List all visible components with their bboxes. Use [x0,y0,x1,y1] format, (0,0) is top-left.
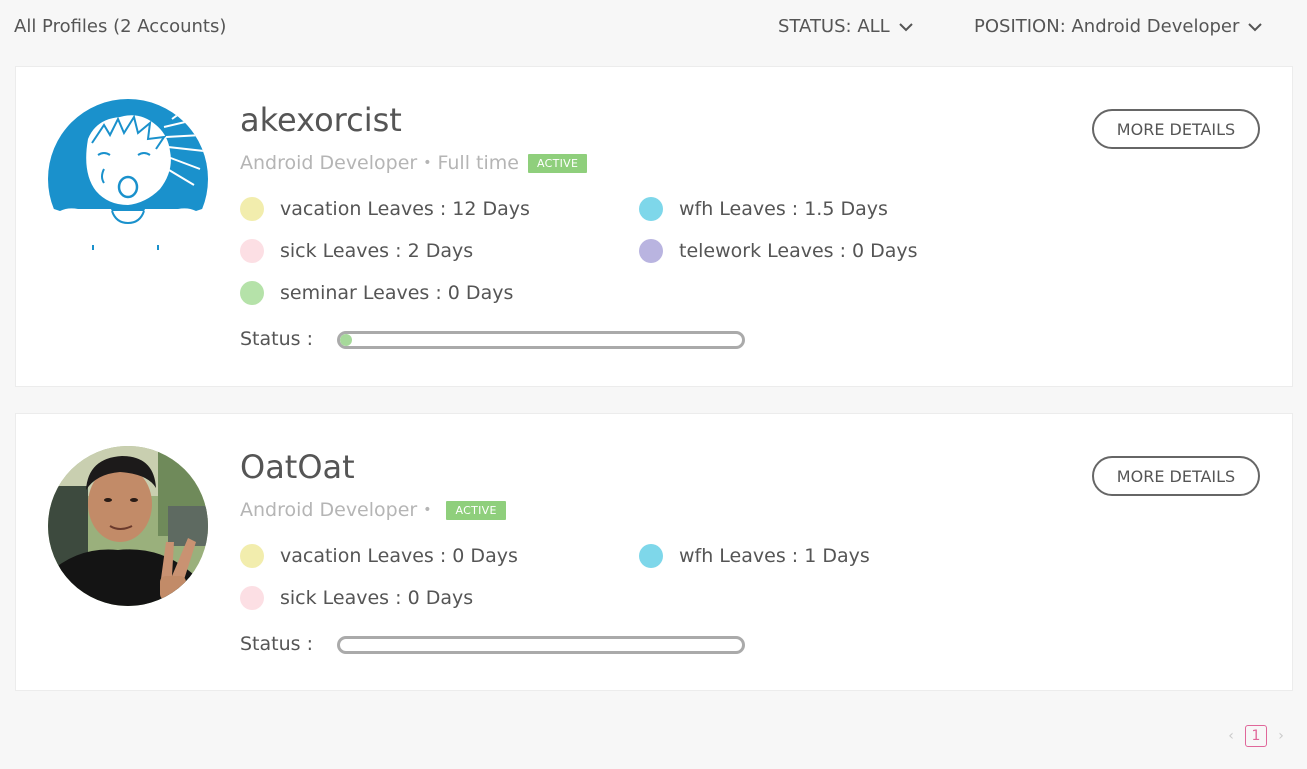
leave-label: vacation Leaves : 0 Days [280,545,518,567]
profile-position: Android Developer [240,152,418,174]
page-number-current[interactable]: 1 [1245,725,1267,747]
next-page-icon[interactable]: › [1273,728,1289,744]
sick-dot-icon [240,586,264,610]
status-label: Status : [240,328,313,350]
leave-item: sick Leaves : 2 Days [240,239,473,263]
leave-item: sick Leaves : 0 Days [240,586,473,610]
leave-label: sick Leaves : 2 Days [280,240,474,262]
leave-label: wfh Leaves : 1 Days [679,545,870,567]
vacation-dot-icon [240,544,264,568]
profile-position: Android Developer [240,499,418,521]
avatar [48,446,208,606]
leave-item: vacation Leaves : 0 Days [240,544,518,568]
profile-name: akexorcist [240,101,402,139]
status-filter-dropdown[interactable]: STATUS: ALL [778,16,914,37]
chevron-down-icon [1248,22,1263,31]
leave-label: sick Leaves : 0 Days [280,587,474,609]
leave-item: wfh Leaves : 1.5 Days [639,197,888,221]
profile-card: akexorcist Android Developer • Full time… [15,66,1293,387]
status-badge: ACTIVE [446,500,506,520]
chevron-down-icon [898,22,913,31]
leave-item: wfh Leaves : 1 Days [639,544,870,568]
profile-subline: Android Developer • Full time ACTIVE [240,152,588,174]
profile-subline: Android Developer • ACTIVE [240,499,506,521]
status-badge: ACTIVE [527,153,588,173]
status-filter-label: STATUS: ALL [778,16,890,37]
status-progress-bar [337,331,745,349]
page-title: All Profiles (2 Accounts) [14,16,227,37]
separator-dot: • [423,502,432,518]
leave-label: telework Leaves : 0 Days [679,240,918,262]
leave-label: wfh Leaves : 1.5 Days [679,198,888,220]
leave-label: seminar Leaves : 0 Days [280,282,514,304]
profile-card: OatOat Android Developer • ACTIVE MORE D… [15,413,1293,691]
status-label: Status : [240,633,313,655]
telework-dot-icon [639,239,663,263]
seminar-dot-icon [240,281,264,305]
wfh-dot-icon [639,544,663,568]
avatar [48,99,208,259]
top-bar: All Profiles (2 Accounts) STATUS: ALL PO… [0,0,1307,56]
leave-item: vacation Leaves : 12 Days [240,197,530,221]
leave-label: vacation Leaves : 12 Days [280,198,530,220]
status-progress-bar [337,636,745,654]
profile-employment: Full time [437,152,519,174]
leave-item: seminar Leaves : 0 Days [240,281,513,305]
position-filter-label: POSITION: Android Developer [974,16,1240,37]
position-filter-dropdown[interactable]: POSITION: Android Developer [974,16,1263,37]
wfh-dot-icon [639,197,663,221]
vacation-dot-icon [240,197,264,221]
separator-dot: • [423,155,432,171]
prev-page-icon[interactable]: ‹ [1223,728,1239,744]
sick-dot-icon [240,239,264,263]
status-progress-fill [340,334,353,346]
pagination: ‹ 1 › [1223,725,1289,747]
more-details-button[interactable]: MORE DETAILS [1092,109,1260,149]
leave-item: telework Leaves : 0 Days [639,239,918,263]
more-details-button[interactable]: MORE DETAILS [1092,456,1260,496]
photo-avatar [48,446,208,606]
cartoon-avatar-icon [48,99,208,259]
profile-name: OatOat [240,448,355,486]
